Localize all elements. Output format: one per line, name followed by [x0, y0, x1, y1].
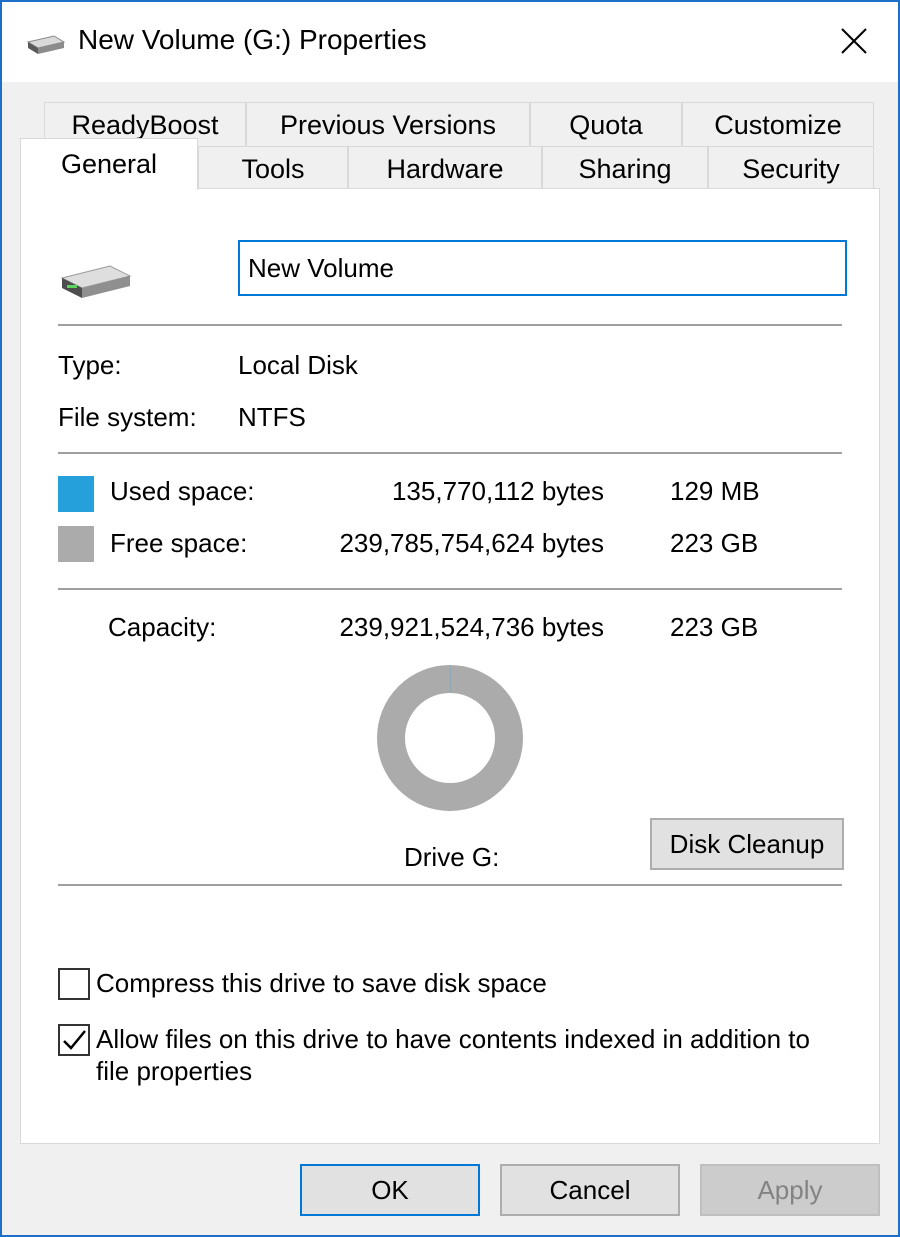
- tab-security[interactable]: Security: [708, 146, 874, 192]
- tab-sharing[interactable]: Sharing: [542, 146, 708, 192]
- checkmark-icon: [63, 1030, 86, 1050]
- general-tab-panel: [20, 188, 880, 1144]
- drive-icon: [60, 265, 132, 298]
- compress-checkbox[interactable]: [58, 968, 90, 1000]
- window-title: New Volume (G:) Properties: [78, 24, 427, 55]
- tab-previous-versions[interactable]: Previous Versions: [246, 102, 530, 148]
- close-button[interactable]: [824, 14, 884, 68]
- volume-name-input[interactable]: [238, 240, 847, 296]
- apply-button[interactable]: Apply: [700, 1164, 880, 1216]
- index-checkbox[interactable]: [58, 1024, 90, 1056]
- ok-button[interactable]: OK: [300, 1164, 480, 1216]
- tab-customize[interactable]: Customize: [682, 102, 874, 148]
- close-icon: [841, 28, 867, 54]
- tab-general[interactable]: General: [20, 138, 198, 190]
- tab-tools[interactable]: Tools: [198, 146, 348, 192]
- tab-hardware[interactable]: Hardware: [348, 146, 542, 192]
- title-bar: New Volume (G:) Properties: [2, 2, 898, 82]
- properties-dialog: New Volume (G:) Properties ReadyBoost Pr…: [0, 0, 900, 1237]
- drive-icon: [26, 35, 66, 54]
- tab-quota[interactable]: Quota: [530, 102, 682, 148]
- cancel-button[interactable]: Cancel: [500, 1164, 680, 1216]
- disk-cleanup-button[interactable]: Disk Cleanup: [650, 818, 844, 870]
